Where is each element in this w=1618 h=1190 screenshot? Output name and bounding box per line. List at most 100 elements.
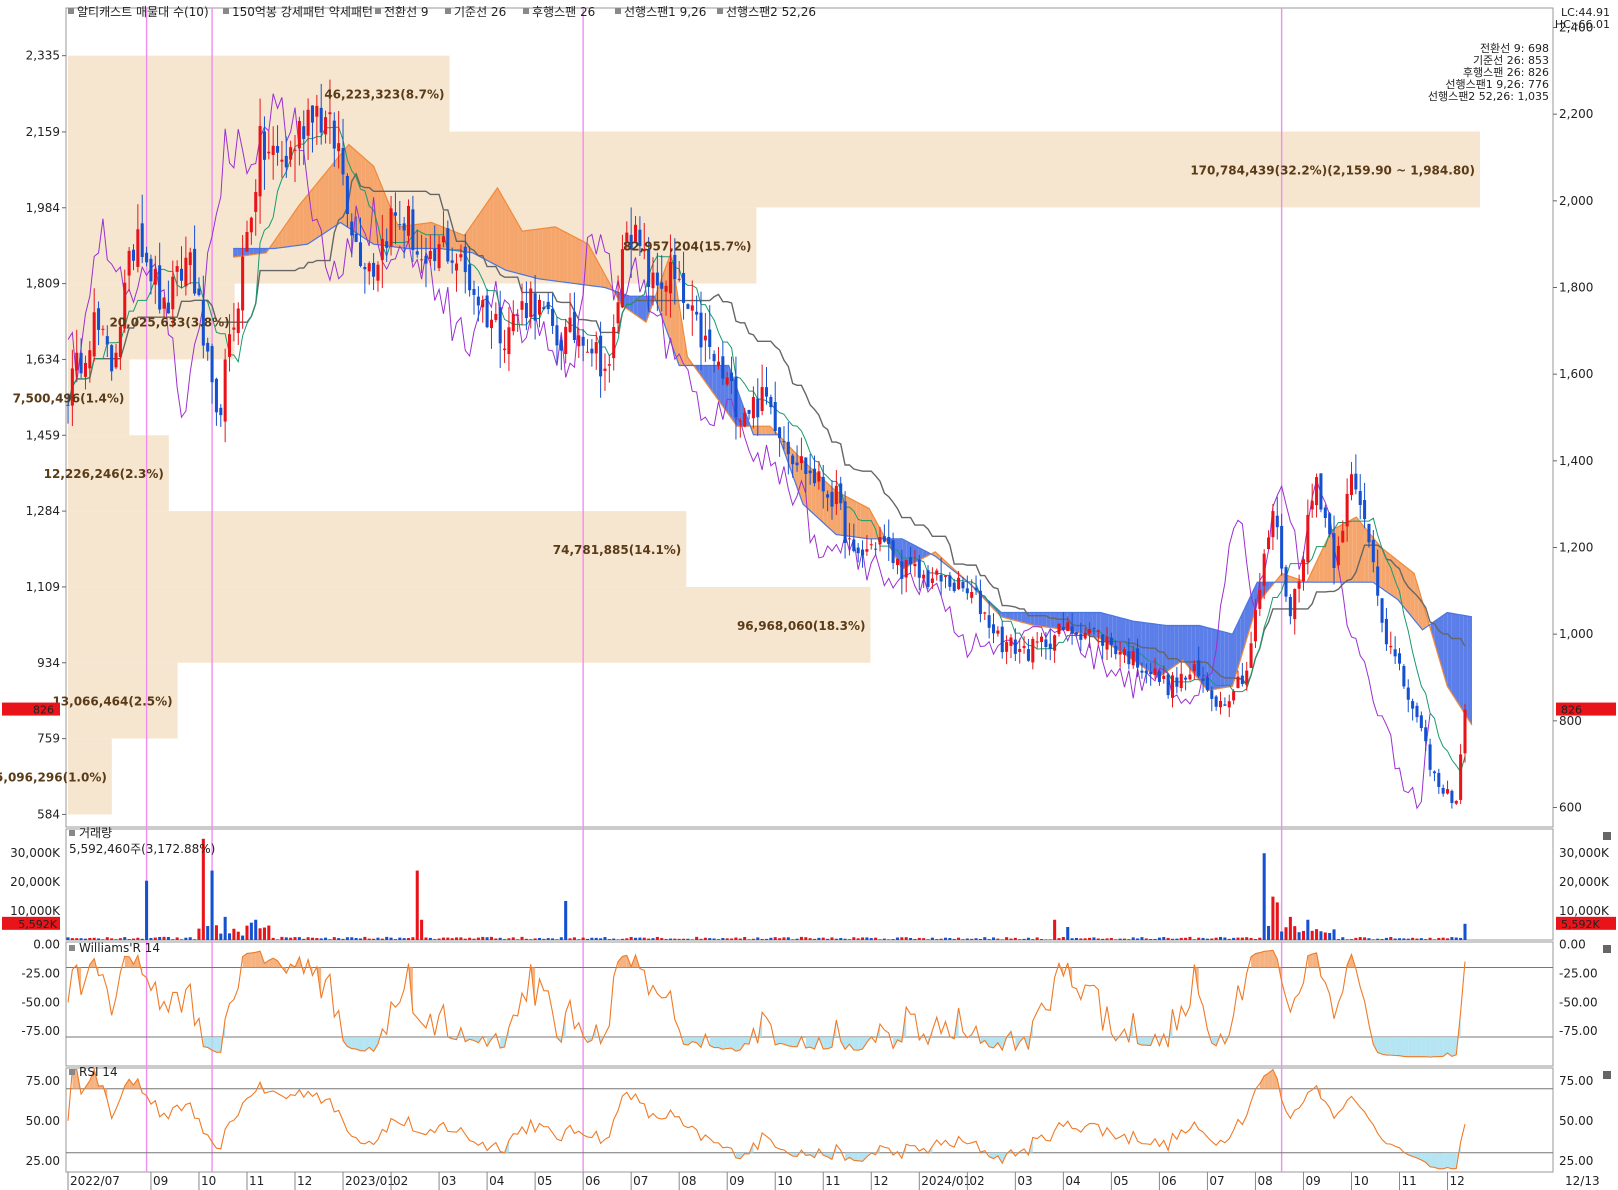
candle-body <box>1157 671 1161 682</box>
volume-bar <box>411 937 415 940</box>
candle-body <box>743 413 747 427</box>
volume-bar <box>603 937 607 940</box>
volume-bar <box>730 938 734 940</box>
volume-bar <box>568 938 572 940</box>
volume-bar <box>271 937 275 940</box>
volume-bar <box>389 937 393 940</box>
volume-bar <box>188 937 192 940</box>
x-tick-label: 05 <box>1113 1174 1128 1188</box>
volume-profile-label: 82,957,204(15.7%) <box>623 240 752 254</box>
williams-r-zone-fill <box>735 1037 741 1052</box>
candle-body <box>751 396 755 419</box>
volume-bar <box>1232 937 1236 940</box>
candle-body <box>943 575 948 577</box>
volume-bar <box>1079 938 1083 940</box>
x-tick-label: 12 <box>873 1174 888 1188</box>
volume-bar <box>1223 937 1227 940</box>
candle-body <box>1109 637 1113 645</box>
volume-bar <box>1144 938 1148 940</box>
volume-bar <box>1227 938 1231 940</box>
volume-bar <box>258 928 262 940</box>
candle-body <box>293 149 297 151</box>
candle-body <box>1345 493 1349 527</box>
volume-bar <box>642 937 646 940</box>
volume-bar <box>1363 937 1367 940</box>
volume-bar <box>1419 938 1423 940</box>
hc-label: HC:-66.01 <box>1555 18 1610 31</box>
candle-body <box>1336 545 1340 566</box>
rsi-right-tick: 75.00 <box>1559 1074 1593 1088</box>
volume-bar <box>581 937 585 940</box>
candle-body <box>363 267 367 270</box>
cloud-segment <box>1034 612 1039 627</box>
volume-bar <box>1267 925 1271 940</box>
candle-body <box>756 398 760 418</box>
volume-bar <box>1109 938 1113 940</box>
candle-body <box>760 387 764 412</box>
candle-body <box>310 105 314 123</box>
x-tick-label: 05 <box>537 1174 552 1188</box>
candle-body <box>1079 633 1083 640</box>
williams-r-right-tick: -75.00 <box>1559 1024 1598 1038</box>
candle-body <box>1210 690 1214 699</box>
candle-body <box>358 242 363 267</box>
candle-body <box>1323 507 1327 518</box>
volume-bar <box>887 939 891 940</box>
cloud-segment <box>419 223 424 249</box>
candle-body <box>223 359 227 422</box>
candle-body <box>1170 675 1175 698</box>
volume-bar <box>1262 853 1266 940</box>
candle-body <box>280 159 284 162</box>
cloud-segment <box>1112 615 1117 650</box>
x-tick-label: 2023/01 <box>345 1174 395 1188</box>
volume-bar <box>1170 938 1175 940</box>
volume-bar <box>1432 939 1436 940</box>
cloud-segment <box>237 248 242 257</box>
volume-profile-label: 170,784,439(32.2%)(2,159.90 ~ 1,984.80) <box>1190 163 1475 177</box>
rsi-zone-fill <box>1434 1152 1439 1169</box>
x-tick-label: 10 <box>201 1174 216 1188</box>
candle-body <box>1236 676 1240 688</box>
cloud-segment <box>1166 625 1171 672</box>
williams-r-zone-fill <box>203 1037 208 1048</box>
cloud-segment <box>765 426 770 435</box>
cloud-segment <box>761 426 766 435</box>
williams-r-zone-fill <box>1255 952 1260 968</box>
panel-frame <box>65 828 1554 941</box>
volume-bar <box>175 937 179 940</box>
volume-bar <box>450 938 454 940</box>
volume-bar <box>1428 937 1432 940</box>
cloud-segment <box>571 235 576 284</box>
volume-bar <box>1101 938 1105 940</box>
volume-bar <box>254 919 258 940</box>
candle-body <box>699 312 703 348</box>
candle-body <box>1319 473 1323 510</box>
candle-body <box>930 578 934 583</box>
rsi-left-tick: 75.00 <box>26 1074 60 1088</box>
panel-close-icon <box>1603 945 1611 953</box>
candle-body <box>1437 772 1441 787</box>
volume-bar <box>725 938 729 940</box>
volume-bar <box>293 937 297 940</box>
volume-bar <box>559 937 563 940</box>
volume-bar <box>1336 939 1340 940</box>
candle-body <box>812 468 817 484</box>
volume-bar <box>524 938 528 940</box>
williams-r-zone-fill <box>1146 1037 1151 1046</box>
cloud-segment <box>852 499 857 538</box>
volume-right-tick: 30,000K <box>1559 846 1610 860</box>
volume-bar <box>874 937 878 940</box>
volume-bar <box>511 937 515 940</box>
volume-bar <box>136 937 140 940</box>
volume-bar <box>764 938 769 940</box>
candle-body <box>555 325 559 346</box>
x-tick-label: 06 <box>1161 1174 1176 1188</box>
volume-bar <box>839 938 843 940</box>
candle-body <box>1092 628 1096 630</box>
candle-body <box>791 455 795 465</box>
candle-body <box>874 548 878 550</box>
x-tick-label: 10 <box>1353 1174 1368 1188</box>
volume-bar <box>869 938 873 940</box>
cloud-segment <box>423 223 428 249</box>
left-tick-label: 1,809 <box>26 277 60 291</box>
